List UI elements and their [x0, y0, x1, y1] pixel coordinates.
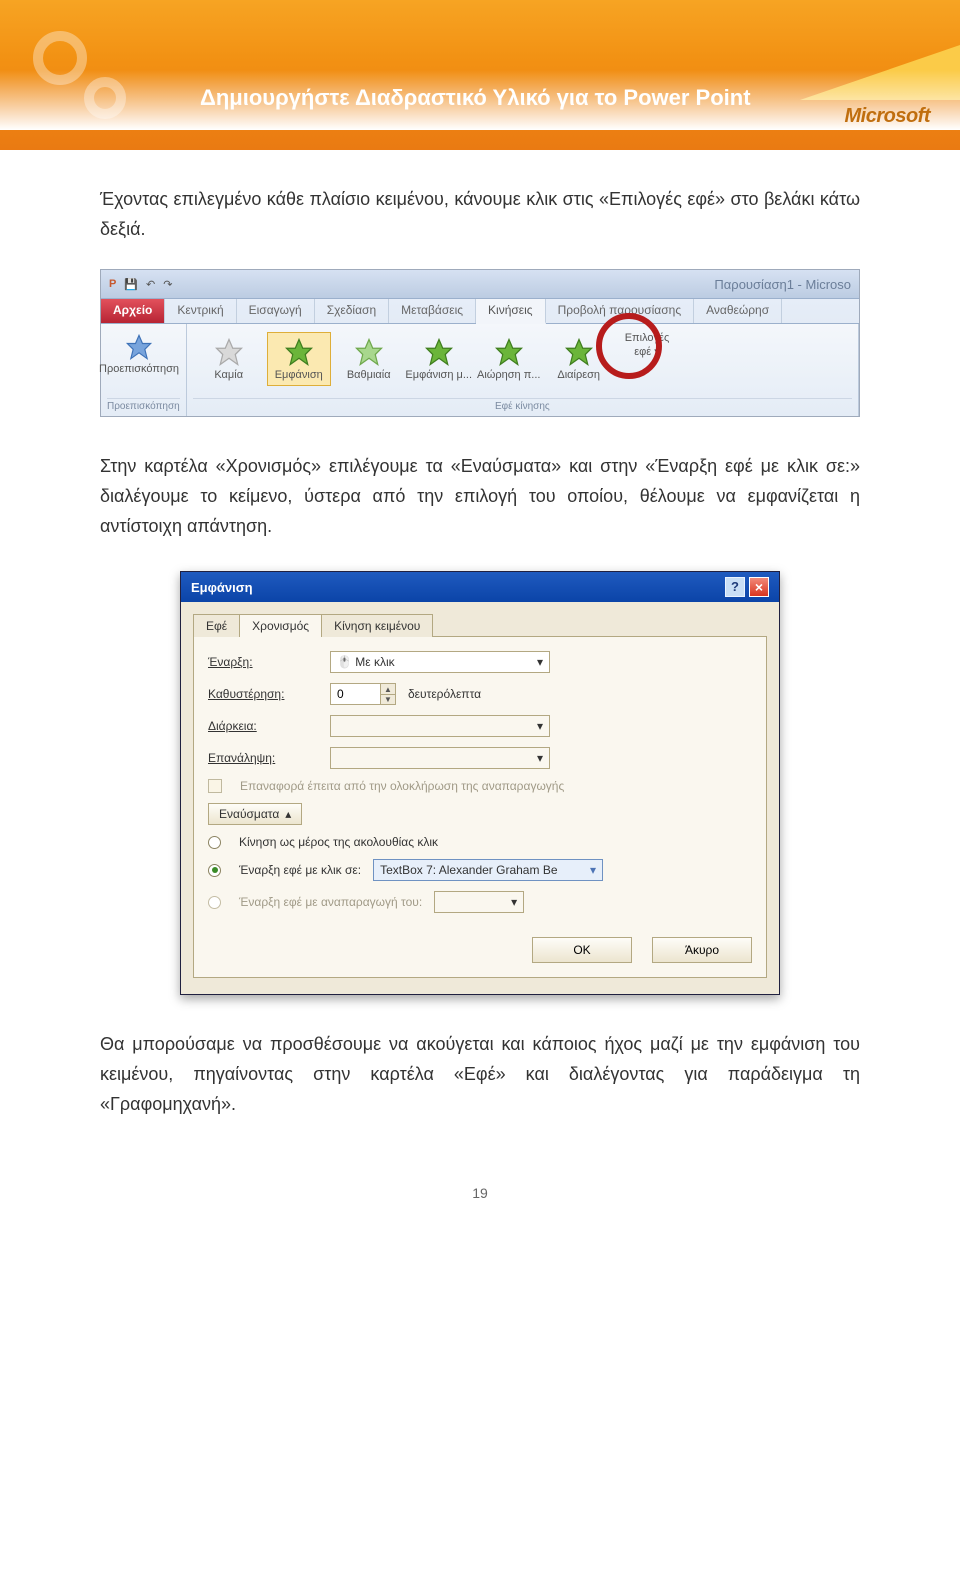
page-header: Δημιουργήστε Διαδραστικό Υλικό για το Po… [0, 0, 960, 150]
delay-value[interactable] [330, 683, 380, 705]
tab-file[interactable]: Αρχείο [101, 299, 165, 323]
tab-home[interactable]: Κεντρική [165, 299, 236, 323]
header-title: Δημιουργήστε Διαδραστικό Υλικό για το Po… [200, 85, 751, 111]
click-target-dropdown[interactable]: TextBox 7: Alexander Graham Be ▾ [373, 859, 603, 881]
dialog-tab-timing[interactable]: Χρονισμός [239, 614, 322, 637]
effect-flyin[interactable]: Εμφάνιση μ... [407, 332, 471, 386]
delay-unit: δευτερόλεπτα [408, 687, 481, 701]
rewind-checkbox-row: Επαναφορά έπειτα από την ολοκλήρωση της … [208, 779, 752, 793]
effect-fade[interactable]: Βαθμιαία [337, 332, 401, 386]
tab-transitions[interactable]: Μεταβάσεις [389, 299, 476, 323]
start-dropdown[interactable]: 🖱️ Με κλικ ▾ [330, 651, 550, 673]
dialog-titlebar: Εμφάνιση ? × [181, 572, 779, 602]
radio-click[interactable] [208, 864, 221, 877]
dialog-tabs: Εφέ Χρονισμός Κίνηση κειμένου [193, 614, 767, 637]
group-label-animation: Εφέ κίνησης [193, 398, 852, 412]
delay-spinner[interactable]: ▲▼ [330, 683, 396, 705]
radio-sequence-label: Κίνηση ως μέρος της ακολουθίας κλικ [239, 835, 438, 849]
rewind-checkbox[interactable] [208, 779, 222, 793]
document-title: Παρουσίαση1 - Microso [714, 277, 851, 292]
chevron-down-icon: ▾ [537, 655, 543, 669]
paragraph-2: Στην καρτέλα «Χρονισμός» επιλέγουμε τα «… [100, 452, 860, 541]
effect-label: Αιώρηση π... [477, 369, 540, 381]
chevron-down-icon: ▾ [511, 895, 517, 909]
rewind-label: Επαναφορά έπειτα από την ολοκλήρωση της … [240, 779, 564, 793]
undo-icon: ↶ [146, 278, 155, 291]
effect-options-label: Επιλογές εφέ ▾ [625, 332, 670, 358]
collapse-up-icon: ▴ [285, 807, 291, 821]
chevron-down-icon: ▾ [537, 719, 543, 733]
tab-slideshow[interactable]: Προβολή παρουσίασης [546, 299, 695, 323]
dialog-tab-text[interactable]: Κίνηση κειμένου [321, 614, 433, 637]
radio-play [208, 896, 221, 909]
effect-label: Διαίρεση [557, 369, 600, 381]
help-icon[interactable]: ? [725, 577, 745, 597]
ribbon-tabs: Αρχείο Κεντρική Εισαγωγή Σχεδίαση Μεταβά… [101, 298, 859, 324]
tab-animations[interactable]: Κινήσεις [476, 299, 546, 324]
preview-label: Προεπισκόπηση [99, 363, 179, 375]
redo-icon: ↷ [163, 278, 172, 291]
triggers-button[interactable]: Εναύσματα ▴ [208, 803, 302, 825]
label-duration: Διάρκεια: [208, 719, 318, 733]
effect-split[interactable]: Διαίρεση [547, 332, 611, 386]
label-start: Έναρξη: [208, 655, 318, 669]
page-number: 19 [0, 1145, 960, 1201]
effect-label: Εμφάνιση μ... [405, 369, 472, 381]
brand-logo: Microsoft [845, 105, 931, 128]
repeat-dropdown[interactable]: ▾ [330, 747, 550, 769]
effect-label: Βαθμιαία [347, 369, 391, 381]
radio-click-label: Έναρξη εφέ με κλικ σε: [239, 863, 361, 877]
preview-button[interactable]: Προεπισκόπηση [107, 328, 171, 380]
quick-access-toolbar: P 💾 ↶ ↷ Παρουσίαση1 - Microso [101, 270, 859, 298]
save-icon: 💾 [124, 278, 138, 291]
start-value: Με κλικ [355, 655, 394, 669]
label-delay: Καθυστέρηση: [208, 687, 318, 701]
tab-review[interactable]: Αναθεώρησ [694, 299, 782, 323]
group-label-preview: Προεπισκόπηση [107, 398, 180, 412]
ok-button[interactable]: OK [532, 937, 632, 963]
tab-design[interactable]: Σχεδίαση [315, 299, 389, 323]
dialog-title: Εμφάνιση [191, 581, 253, 594]
effect-floatin[interactable]: Αιώρηση π... [477, 332, 541, 386]
effect-options-button[interactable]: Επιλογές εφέ ▾ [617, 332, 678, 358]
effect-none[interactable]: Καμία [197, 332, 261, 386]
click-target-value: TextBox 7: Alexander Graham Be [380, 863, 557, 877]
chevron-down-icon: ▾ [590, 863, 596, 877]
dialog-appear: Εμφάνιση ? × Εφέ Χρονισμός Κίνηση κειμέν… [180, 571, 780, 995]
spin-up-icon[interactable]: ▲ [381, 684, 395, 695]
duration-dropdown[interactable]: ▾ [330, 715, 550, 737]
ribbon-screenshot: P 💾 ↶ ↷ Παρουσίαση1 - Microso Αρχείο Κεν… [100, 269, 860, 417]
close-icon[interactable]: × [749, 577, 769, 597]
tab-insert[interactable]: Εισαγωγή [237, 299, 315, 323]
radio-sequence[interactable] [208, 836, 221, 849]
play-target-dropdown: ▾ [434, 891, 524, 913]
spin-down-icon[interactable]: ▼ [381, 695, 395, 705]
effect-label: Εμφάνιση [275, 369, 323, 381]
effect-label: Καμία [214, 369, 243, 381]
triggers-label: Εναύσματα [219, 807, 279, 821]
label-repeat: Επανάληψη: [208, 751, 318, 765]
paragraph-1: Έχοντας επιλεγμένο κάθε πλαίσιο κειμένου… [100, 185, 860, 244]
radio-play-label: Έναρξη εφέ με αναπαραγωγή του: [239, 895, 422, 909]
effect-appear[interactable]: Εμφάνιση [267, 332, 331, 386]
app-icon: P [109, 278, 116, 290]
chevron-down-icon: ▾ [537, 751, 543, 765]
paragraph-3: Θα μπορούσαμε να προσθέσουμε να ακούγετα… [100, 1030, 860, 1119]
cancel-button[interactable]: Άκυρο [652, 937, 752, 963]
group-animation: Καμία Εμφάνιση Βαθμιαία Εμφάνιση μ... [187, 324, 859, 416]
dialog-tab-effect[interactable]: Εφέ [193, 614, 240, 637]
group-preview: Προεπισκόπηση Προεπισκόπηση [101, 324, 187, 416]
dialog-panel: Έναρξη: 🖱️ Με κλικ ▾ Καθυστέρηση: ▲▼ δευ… [193, 636, 767, 978]
mouse-icon: 🖱️ [337, 655, 352, 669]
